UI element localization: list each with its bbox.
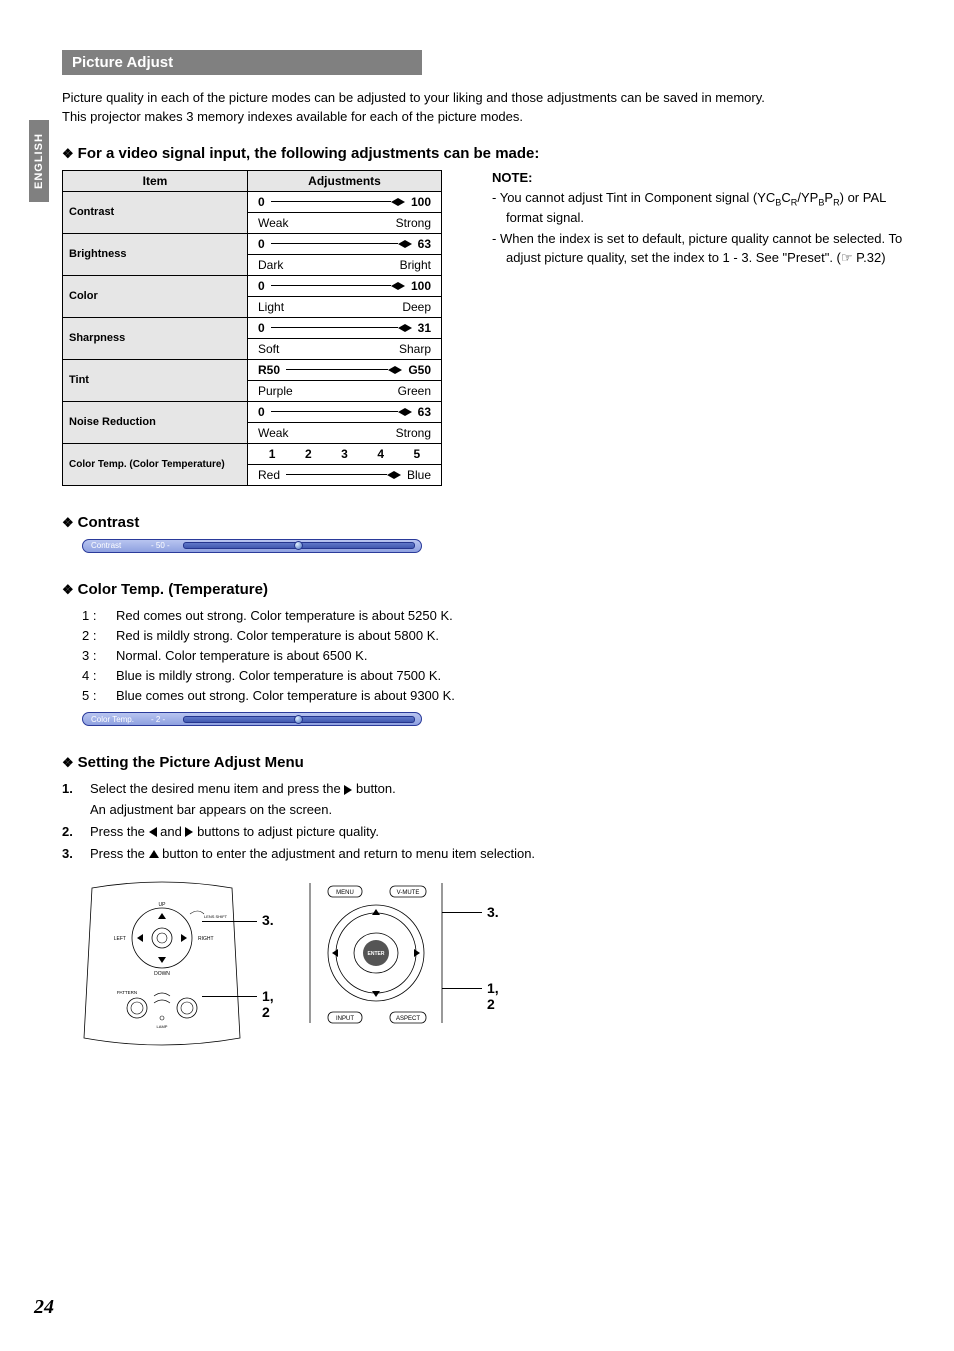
steps-list: Select the desired menu item and press t… — [62, 779, 904, 864]
list-item: 3 :Normal. Color temperature is about 65… — [82, 646, 904, 666]
heading-colortemp: ❖Color Temp. (Temperature) — [62, 581, 904, 598]
adjustments-table: Item Adjustments Contrast 0 100 WeakStro… — [62, 170, 442, 486]
step-item: Press the and buttons to adjust picture … — [62, 822, 904, 842]
labels-nr: WeakStrong — [248, 422, 442, 443]
item-color: Color — [63, 275, 248, 317]
th-item: Item — [63, 170, 248, 191]
osd-colortemp-value: - 2 - — [151, 715, 181, 724]
svg-text:DOWN: DOWN — [154, 971, 170, 977]
remote-diagram: MENU V-MUTE ENTER INPUT ASPECT — [292, 878, 492, 1031]
range-contrast: 0 100 — [248, 191, 442, 212]
range-colortemp: 1 2 3 4 5 — [248, 443, 442, 464]
osd-contrast-label: Contrast — [83, 541, 151, 550]
svg-text:PATTERN: PATTERN — [117, 990, 137, 995]
slider-thumb-icon — [294, 715, 303, 724]
list-item: 4 :Blue is mildly strong. Color temperat… — [82, 666, 904, 686]
up-arrow-icon — [149, 850, 159, 858]
diamond-icon: ❖ — [62, 146, 74, 161]
range-sharpness: 0 31 — [248, 317, 442, 338]
svg-text:RIGHT: RIGHT — [198, 936, 214, 942]
slider-thumb-icon — [294, 541, 303, 550]
range-tint: R50 G50 — [248, 359, 442, 380]
osd-colortemp-label: Color Temp. — [83, 715, 151, 724]
range-brightness: 0 63 — [248, 233, 442, 254]
diamond-icon: ❖ — [62, 515, 74, 530]
note-item: When the index is set to default, pictur… — [492, 230, 904, 268]
item-nr: Noise Reduction — [63, 401, 248, 443]
heading-setting: ❖Setting the Picture Adjust Menu — [62, 754, 904, 771]
section-title: Picture Adjust — [62, 50, 422, 75]
osd-contrast-value: - 50 - — [151, 541, 181, 550]
intro-line-1: Picture quality in each of the picture m… — [62, 90, 765, 105]
callout-12: 1, 2 — [487, 980, 499, 1012]
list-item: 2 :Red is mildly strong. Color temperatu… — [82, 626, 904, 646]
note-block: NOTE: You cannot adjust Tint in Componen… — [492, 170, 904, 270]
remote-panel-icon: MENU V-MUTE ENTER INPUT ASPECT — [292, 878, 492, 1028]
diamond-icon: ❖ — [62, 582, 74, 597]
svg-text:ASPECT: ASPECT — [396, 1016, 420, 1022]
note-title: NOTE: — [492, 170, 904, 185]
callout-3: 3. — [262, 912, 274, 928]
item-sharpness: Sharpness — [63, 317, 248, 359]
intro-text: Picture quality in each of the picture m… — [62, 89, 904, 127]
range-nr: 0 63 — [248, 401, 442, 422]
svg-text:INPUT: INPUT — [336, 1016, 354, 1022]
item-brightness: Brightness — [63, 233, 248, 275]
osd-colortemp-bar: Color Temp. - 2 - — [82, 712, 422, 726]
list-item: 5 :Blue comes out strong. Color temperat… — [82, 686, 904, 706]
svg-text:LAMP: LAMP — [157, 1024, 168, 1029]
item-colortemp: Color Temp. (Color Temperature) — [63, 443, 248, 485]
item-tint: Tint — [63, 359, 248, 401]
step-item: Select the desired menu item and press t… — [62, 779, 904, 819]
svg-text:LEFT: LEFT — [114, 936, 126, 942]
svg-text:MENU: MENU — [336, 890, 354, 896]
labels-color: LightDeep — [248, 296, 442, 317]
page-number: 24 — [34, 1296, 54, 1319]
section-title-bar: Picture Adjust — [62, 50, 904, 75]
item-contrast: Contrast — [63, 191, 248, 233]
labels-tint: PurpleGreen — [248, 380, 442, 401]
heading-contrast: ❖Contrast — [62, 514, 904, 531]
heading-video-adjust: ❖For a video signal input, the following… — [62, 145, 904, 162]
language-tab: ENGLISH — [29, 120, 49, 202]
range-color: 0 100 — [248, 275, 442, 296]
note-item: You cannot adjust Tint in Component sign… — [492, 189, 904, 229]
callout-3: 3. — [487, 904, 499, 920]
svg-text:V-MUTE: V-MUTE — [397, 890, 420, 896]
labels-brightness: DarkBright — [248, 254, 442, 275]
labels-colortemp: Red Blue — [248, 464, 442, 485]
left-arrow-icon — [149, 827, 157, 837]
diamond-icon: ❖ — [62, 755, 74, 770]
labels-contrast: WeakStrong — [248, 212, 442, 233]
list-item: 1 :Red comes out strong. Color temperatu… — [82, 606, 904, 626]
svg-text:LENS SHIFT: LENS SHIFT — [204, 914, 228, 919]
svg-text:UP: UP — [159, 902, 167, 908]
th-adj: Adjustments — [248, 170, 442, 191]
projector-panel-icon: UP DOWN LEFT RIGHT LENS SHIFT PATTERN LA… — [72, 878, 252, 1048]
step-item: Press the button to enter the adjustment… — [62, 844, 904, 864]
colortemp-list: 1 :Red comes out strong. Color temperatu… — [62, 606, 904, 707]
callout-12: 1, 2 — [262, 988, 274, 1020]
labels-sharpness: SoftSharp — [248, 338, 442, 359]
svg-text:ENTER: ENTER — [368, 951, 385, 957]
intro-line-2: This projector makes 3 memory indexes av… — [62, 109, 523, 124]
projector-diagram: UP DOWN LEFT RIGHT LENS SHIFT PATTERN LA… — [72, 878, 252, 1051]
osd-contrast-bar: Contrast - 50 - — [82, 539, 422, 553]
